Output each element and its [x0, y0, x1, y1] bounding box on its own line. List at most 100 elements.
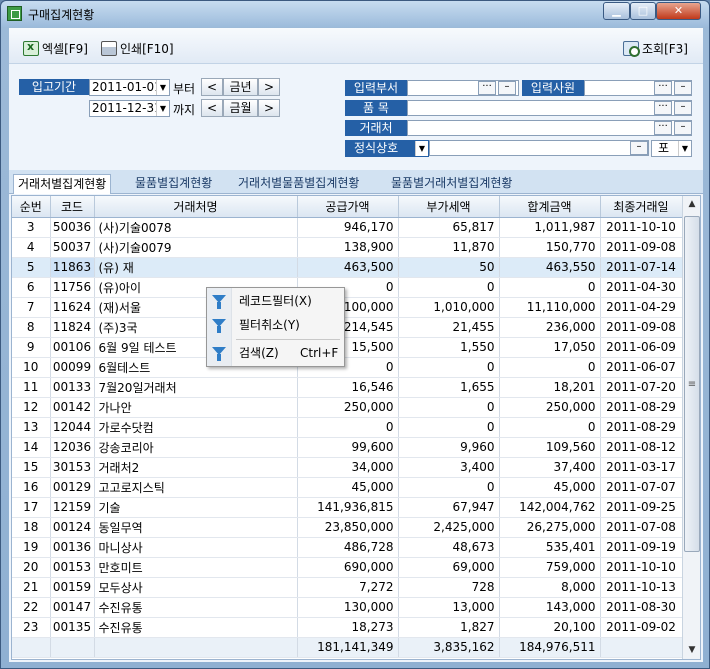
- cell-vat[interactable]: 9,960: [398, 437, 500, 458]
- cell-code[interactable]: 00159: [50, 577, 95, 598]
- table-row[interactable]: 23 00135 수진유통 18,273 1,827 20,100 2011-09-02: [12, 617, 683, 638]
- cell-supply-amount[interactable]: 463,500: [297, 257, 399, 278]
- table-row[interactable]: 18 00124 동일무역 23,850,000 2,425,000 26,275,000…: [12, 517, 683, 538]
- cell-total[interactable]: 45,000: [499, 477, 601, 498]
- col-header-code[interactable]: 코드: [50, 196, 95, 218]
- cell-supply-amount[interactable]: 141,936,815: [297, 497, 399, 518]
- cell-supply-amount[interactable]: 16,546: [297, 377, 399, 398]
- cell-supply-amount[interactable]: 0: [297, 417, 399, 438]
- cell-vat[interactable]: 69,000: [398, 557, 500, 578]
- staff-lookup-button[interactable]: ···: [654, 81, 672, 95]
- table-row[interactable]: 16 00129 고고로지스틱 45,000 0 45,000 2011-07-07: [12, 477, 683, 498]
- tab-item-vendor-summary[interactable]: 물품별거래처별집계현황: [387, 174, 516, 194]
- col-header-vendor-name[interactable]: 거래처명: [94, 196, 298, 218]
- vendor-clear-button[interactable]: –: [674, 121, 692, 135]
- cell-seq[interactable]: 22: [12, 597, 51, 618]
- cell-supply-amount[interactable]: 690,000: [297, 557, 399, 578]
- cell-seq[interactable]: 13: [12, 417, 51, 438]
- date-to-select[interactable]: 2011-12-31 ▼: [89, 100, 170, 117]
- table-row[interactable]: 9 00106 6월 9일 테스트 15,500 1,550 17,050 2011-06-…: [12, 337, 683, 358]
- maximize-button[interactable]: □: [630, 2, 656, 20]
- cell-vendor-name[interactable]: 모두상사: [94, 577, 298, 598]
- cell-vendor-name[interactable]: 강송코리아: [94, 437, 298, 458]
- cell-last-date[interactable]: 2011-06-07: [600, 357, 683, 378]
- cell-vendor-name[interactable]: 거래처2: [94, 457, 298, 478]
- cell-vendor-name[interactable]: 수진유통: [94, 597, 298, 618]
- cell-code[interactable]: 00124: [50, 517, 95, 538]
- next-month-button[interactable]: >: [258, 99, 280, 117]
- print-button[interactable]: 인쇄[F10]: [101, 39, 174, 57]
- cell-last-date[interactable]: 2011-09-08: [600, 317, 683, 338]
- summary-grid[interactable]: 순번 코드 거래처명 공급가액 부가세액 합계금액 최종거래일 3 50036 (사…: [11, 195, 701, 660]
- cell-total[interactable]: 250,000: [499, 397, 601, 418]
- prev-year-button[interactable]: <: [201, 78, 223, 96]
- table-row[interactable]: 13 12044 가로수닷컴 0 0 0 2011-08-29: [12, 417, 683, 438]
- cell-total[interactable]: 37,400: [499, 457, 601, 478]
- cell-last-date[interactable]: 2011-07-14: [600, 257, 683, 278]
- cell-supply-amount[interactable]: 946,170: [297, 217, 399, 238]
- dept-lookup-button[interactable]: ···: [478, 81, 496, 95]
- cell-seq[interactable]: 7: [12, 297, 51, 318]
- cell-total[interactable]: 463,550: [499, 257, 601, 278]
- cell-total[interactable]: 142,004,762: [499, 497, 601, 518]
- col-header-vat[interactable]: 부가세액: [398, 196, 500, 218]
- cell-seq[interactable]: 10: [12, 357, 51, 378]
- cell-total[interactable]: 143,000: [499, 597, 601, 618]
- table-row[interactable]: 21 00159 모두상사 7,272 728 8,000 2011-10-13: [12, 577, 683, 598]
- cell-total[interactable]: 150,770: [499, 237, 601, 258]
- cell-code[interactable]: 11863: [50, 257, 95, 278]
- cell-last-date[interactable]: 2011-07-20: [600, 377, 683, 398]
- close-button[interactable]: ✕: [656, 2, 701, 20]
- cell-code[interactable]: 00099: [50, 357, 95, 378]
- cell-vat[interactable]: 11,870: [398, 237, 500, 258]
- item-clear-button[interactable]: –: [674, 101, 692, 115]
- cell-vat[interactable]: 3,400: [398, 457, 500, 478]
- cell-code[interactable]: 00129: [50, 477, 95, 498]
- cell-seq[interactable]: 15: [12, 457, 51, 478]
- cell-vat[interactable]: 728: [398, 577, 500, 598]
- cell-code[interactable]: 30153: [50, 457, 95, 478]
- cell-seq[interactable]: 6: [12, 277, 51, 298]
- vendor-lookup-button[interactable]: ···: [654, 121, 672, 135]
- table-row[interactable]: 4 50037 (사)기술0079 138,900 11,870 150,770 2011-…: [12, 237, 683, 258]
- table-row[interactable]: 20 00153 만호미트 690,000 69,000 759,000 2011-10-1…: [12, 557, 683, 578]
- table-row[interactable]: 3 50036 (사)기술0078 946,170 65,817 1,011,987 201…: [12, 217, 683, 238]
- cell-vat[interactable]: 1,827: [398, 617, 500, 638]
- name-clear-button[interactable]: –: [630, 141, 648, 155]
- cell-seq[interactable]: 14: [12, 437, 51, 458]
- menu-item-cancel-filter[interactable]: 필터취소(Y): [207, 314, 344, 336]
- cell-code[interactable]: 00106: [50, 337, 95, 358]
- cell-supply-amount[interactable]: 250,000: [297, 397, 399, 418]
- cell-total[interactable]: 109,560: [499, 437, 601, 458]
- cell-code[interactable]: 00136: [50, 537, 95, 558]
- staff-clear-button[interactable]: –: [674, 81, 692, 95]
- cell-last-date[interactable]: 2011-07-08: [600, 517, 683, 538]
- vendor-input[interactable]: [407, 120, 692, 136]
- dept-clear-button[interactable]: –: [498, 81, 516, 95]
- cell-seq[interactable]: 11: [12, 377, 51, 398]
- vertical-scrollbar[interactable]: ▲ ≡ ▼: [682, 196, 700, 659]
- cell-seq[interactable]: 5: [12, 257, 51, 278]
- cell-last-date[interactable]: 2011-10-13: [600, 577, 683, 598]
- cell-supply-amount[interactable]: 45,000: [297, 477, 399, 498]
- cell-seq[interactable]: 3: [12, 217, 51, 238]
- cell-total[interactable]: 535,401: [499, 537, 601, 558]
- item-lookup-button[interactable]: ···: [654, 101, 672, 115]
- cell-last-date[interactable]: 2011-08-12: [600, 437, 683, 458]
- cell-last-date[interactable]: 2011-09-25: [600, 497, 683, 518]
- cell-vendor-name[interactable]: (사)기술0078: [94, 217, 298, 238]
- cell-total[interactable]: 20,100: [499, 617, 601, 638]
- cell-last-date[interactable]: 2011-09-08: [600, 237, 683, 258]
- cell-code[interactable]: 00142: [50, 397, 95, 418]
- cell-vat[interactable]: 2,425,000: [398, 517, 500, 538]
- cell-vendor-name[interactable]: (사)기술0079: [94, 237, 298, 258]
- cell-code[interactable]: 12036: [50, 437, 95, 458]
- cell-vendor-name[interactable]: 가나안: [94, 397, 298, 418]
- col-header-supply-amount[interactable]: 공급가액: [297, 196, 399, 218]
- cell-last-date[interactable]: 2011-08-29: [600, 397, 683, 418]
- cell-code[interactable]: 00135: [50, 617, 95, 638]
- cell-supply-amount[interactable]: 7,272: [297, 577, 399, 598]
- table-row[interactable]: 15 30153 거래처2 34,000 3,400 37,400 2011-03-17: [12, 457, 683, 478]
- name-search-input[interactable]: [429, 140, 649, 156]
- cell-seq[interactable]: 12: [12, 397, 51, 418]
